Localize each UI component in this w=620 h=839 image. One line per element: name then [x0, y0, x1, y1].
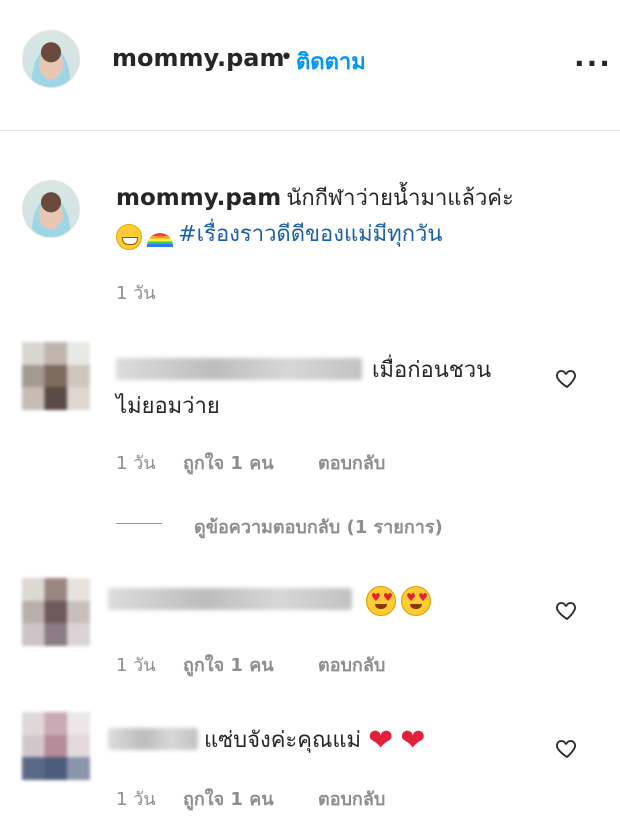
comment-text: เมื่อก่อนชวน: [372, 358, 492, 383]
caption-text: นักกีฬาว่ายน้ำมาแล้วค่ะ: [286, 186, 514, 211]
caption-time: 1 วัน: [116, 283, 156, 304]
header-separator: •: [280, 45, 293, 70]
comment-text-line-2: ไม่ยอมว่าย: [116, 394, 220, 419]
reply-button[interactable]: ตอบกลับ: [318, 784, 385, 813]
comment-username-blurred[interactable]: [108, 588, 352, 610]
replies-line: [116, 523, 162, 524]
like-heart-icon[interactable]: [555, 736, 579, 760]
comment-username-blurred[interactable]: [108, 728, 198, 750]
comment-text: แซ่บจังค่ะคุณแม่: [204, 728, 362, 753]
reply-button[interactable]: ตอบกลับ: [318, 448, 385, 477]
header-username[interactable]: mommy.pam: [112, 44, 284, 72]
follow-button[interactable]: ติดตาม: [296, 44, 366, 79]
comment-time: 1 วัน: [116, 655, 156, 676]
caption-hashtag[interactable]: #เรื่องราวดีดีของแม่มีทุกวัน: [178, 222, 442, 247]
comment-likes[interactable]: ถูกใจ 1 คน: [183, 784, 274, 813]
comment-emoji-row: ♥ ♥ ♥ ♥: [366, 586, 432, 616]
comment-likes[interactable]: ถูกใจ 1 คน: [183, 448, 274, 477]
comment-avatar[interactable]: [22, 342, 90, 410]
reply-button[interactable]: ตอบกลับ: [318, 650, 385, 679]
like-heart-icon[interactable]: [555, 366, 579, 390]
caption-username[interactable]: mommy.pam: [116, 185, 281, 211]
header-avatar[interactable]: [22, 30, 80, 88]
like-heart-icon[interactable]: [555, 598, 579, 622]
comment-avatar[interactable]: [22, 578, 90, 646]
comment-avatar[interactable]: [22, 712, 90, 780]
comment-time: 1 วัน: [116, 453, 156, 474]
heart-eyes-emoji-icon: ♥ ♥: [366, 586, 396, 616]
view-replies-button[interactable]: ดูข้อความตอบกลับ (1 รายการ): [194, 512, 443, 541]
red-heart-emoji-icon: ❤: [368, 723, 394, 758]
rainbow-icon: [147, 232, 174, 247]
grinning-face-icon: [116, 223, 142, 250]
caption-line-1: mommy.pam นักกีฬาว่ายน้ำมาแล้วค่ะ: [116, 180, 514, 215]
comment-time: 1 วัน: [116, 789, 156, 810]
red-heart-emoji-icon: ❤: [400, 723, 426, 758]
header-divider: [0, 130, 620, 131]
comment-likes[interactable]: ถูกใจ 1 คน: [183, 650, 274, 679]
heart-eyes-emoji-icon: ♥ ♥: [401, 586, 432, 616]
caption-line-2: #เรื่องราวดีดีของแม่มีทุกวัน: [116, 216, 442, 251]
comment-text-row: แซ่บจังค่ะคุณแม่ ❤ ❤: [204, 722, 425, 757]
caption-avatar[interactable]: [22, 180, 80, 238]
more-options-icon[interactable]: ...: [574, 40, 612, 73]
comment-username-blurred[interactable]: [116, 358, 362, 380]
